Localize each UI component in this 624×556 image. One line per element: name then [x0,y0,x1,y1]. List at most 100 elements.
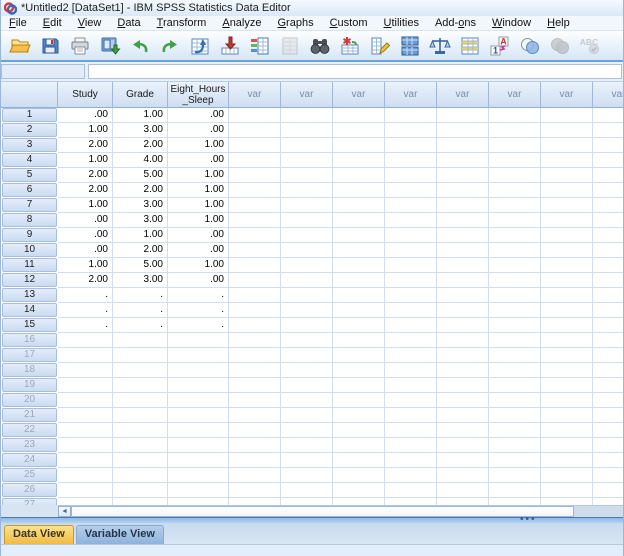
data-cell[interactable] [333,273,385,288]
data-cell[interactable] [593,273,623,288]
data-cell[interactable]: . [113,288,168,303]
data-cell[interactable] [541,183,593,198]
data-cell[interactable] [58,333,113,348]
data-cell[interactable] [229,288,281,303]
data-cell[interactable]: 3.00 [113,198,168,213]
row-header-17[interactable]: 17 [1,348,58,363]
data-cell[interactable] [593,108,623,123]
data-cell[interactable] [113,348,168,363]
data-cell[interactable] [489,213,541,228]
data-cell[interactable] [593,228,623,243]
row-header-14[interactable]: 14 [1,303,58,318]
data-cell[interactable]: 1.00 [168,213,229,228]
data-cell[interactable] [229,498,281,505]
data-cell[interactable] [437,393,489,408]
data-cell[interactable] [541,393,593,408]
data-cell[interactable] [541,498,593,505]
data-cell[interactable] [593,378,623,393]
data-cell[interactable] [281,468,333,483]
data-cell[interactable] [229,378,281,393]
data-cell[interactable] [541,453,593,468]
data-cell[interactable] [593,303,623,318]
data-cell[interactable] [541,198,593,213]
data-cell[interactable] [229,273,281,288]
data-cell[interactable] [281,153,333,168]
data-cell[interactable] [229,108,281,123]
data-cell[interactable] [489,318,541,333]
menu-transform[interactable]: Transform [149,16,215,31]
row-header-13[interactable]: 13 [1,288,58,303]
data-cell[interactable] [489,198,541,213]
data-cell[interactable] [281,183,333,198]
data-cell[interactable] [281,168,333,183]
tab-data-view[interactable]: Data View [4,525,74,544]
data-cell[interactable] [168,393,229,408]
row-header-25[interactable]: 25 [1,468,58,483]
column-header-var-9[interactable]: var [489,82,541,108]
recall-dialogs-button[interactable] [98,34,122,58]
data-cell[interactable] [333,153,385,168]
data-cell[interactable] [229,168,281,183]
data-cell[interactable] [385,303,437,318]
data-cell[interactable] [541,153,593,168]
data-cell[interactable] [385,153,437,168]
data-cell[interactable] [541,363,593,378]
data-cell[interactable] [281,498,333,505]
data-cell[interactable] [333,468,385,483]
row-header-2[interactable]: 2 [1,123,58,138]
data-cell[interactable]: 1.00 [113,108,168,123]
data-cell[interactable] [229,333,281,348]
data-cell[interactable] [489,303,541,318]
data-cell[interactable]: 1.00 [168,258,229,273]
tab-variable-view[interactable]: Variable View [75,525,164,544]
data-cell[interactable] [593,348,623,363]
data-cell[interactable] [437,483,489,498]
data-cell[interactable] [489,498,541,505]
data-cell[interactable] [333,348,385,363]
row-header-16[interactable]: 16 [1,333,58,348]
data-cell[interactable] [58,408,113,423]
data-cell[interactable] [333,453,385,468]
data-cell[interactable] [593,138,623,153]
data-cell[interactable] [113,378,168,393]
data-cell[interactable] [385,213,437,228]
data-cell[interactable] [437,438,489,453]
menu-help[interactable]: Help [539,16,578,31]
data-cell[interactable] [333,228,385,243]
data-cell[interactable]: 4.00 [113,153,168,168]
data-cell[interactable] [385,333,437,348]
data-cell[interactable]: . [168,318,229,333]
data-cell[interactable] [281,138,333,153]
data-cell[interactable] [58,483,113,498]
data-cell[interactable] [541,438,593,453]
open-data-button[interactable] [8,34,32,58]
data-cell[interactable]: .00 [58,213,113,228]
data-cell[interactable] [593,198,623,213]
data-cell[interactable]: . [113,318,168,333]
data-cell[interactable] [437,198,489,213]
data-cell[interactable] [229,348,281,363]
data-cell[interactable] [58,393,113,408]
data-cell[interactable] [281,483,333,498]
data-cell[interactable] [168,408,229,423]
data-cell[interactable]: 1.00 [58,258,113,273]
data-cell[interactable] [168,468,229,483]
data-cell[interactable] [593,438,623,453]
data-cell[interactable] [385,318,437,333]
data-cell[interactable] [489,138,541,153]
data-cell[interactable] [58,363,113,378]
data-cell[interactable]: . [58,318,113,333]
undo-button[interactable] [128,34,152,58]
row-header-20[interactable]: 20 [1,393,58,408]
data-cell[interactable] [489,168,541,183]
menu-addons[interactable]: Add-ons [427,16,484,31]
data-cell[interactable] [229,213,281,228]
data-cell[interactable] [593,468,623,483]
data-cell[interactable] [541,483,593,498]
column-header-var-6[interactable]: var [333,82,385,108]
data-cell[interactable] [593,168,623,183]
data-cell[interactable] [333,378,385,393]
data-cell[interactable] [281,363,333,378]
data-cell[interactable] [489,468,541,483]
data-cell[interactable] [229,303,281,318]
